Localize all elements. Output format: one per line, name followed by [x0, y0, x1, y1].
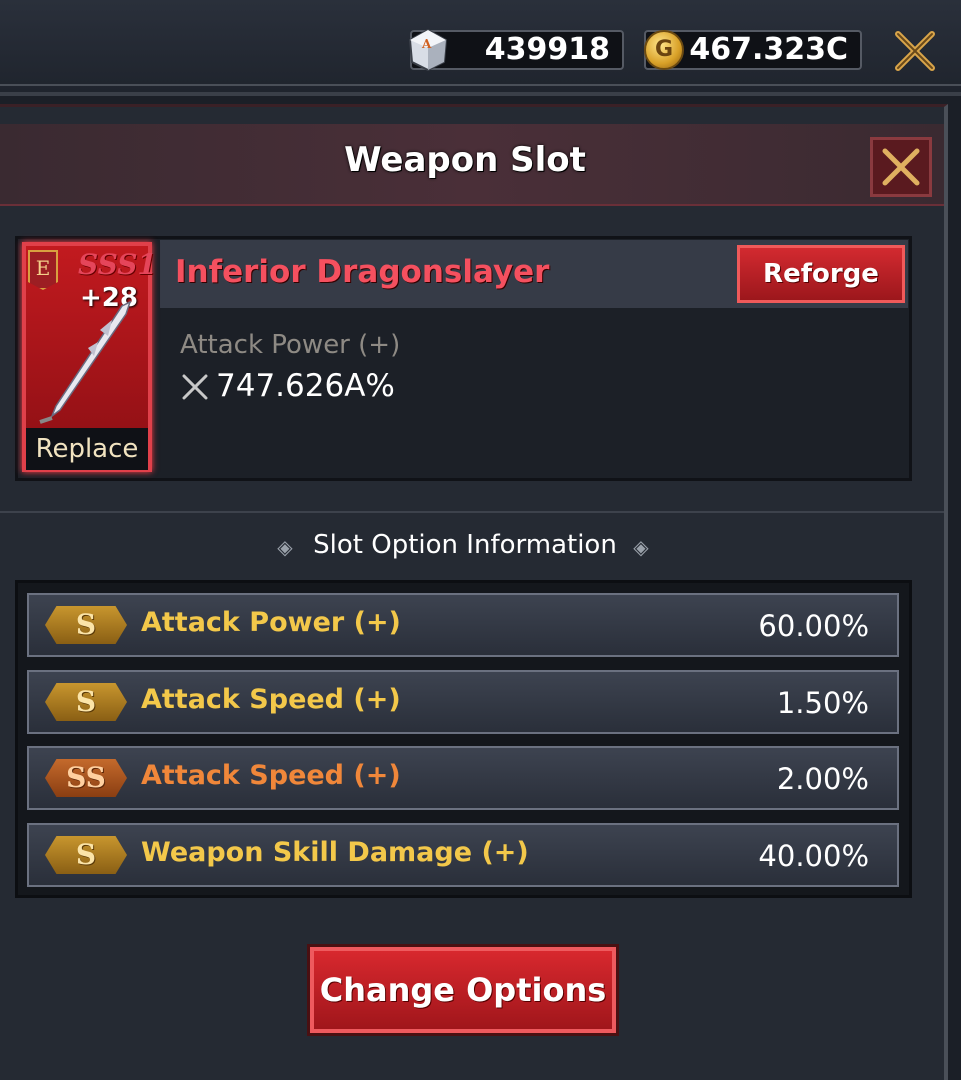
grade-badge: E: [28, 250, 58, 290]
gold-amount: 467.323C: [689, 32, 848, 67]
option-value: 2.00%: [776, 762, 869, 796]
grade-s-badge: S: [45, 836, 127, 874]
svg-text:A: A: [421, 37, 432, 51]
section-divider: [0, 511, 944, 513]
stat-label: Attack Power (+): [180, 330, 401, 360]
attack-swords-icon: [182, 374, 208, 400]
option-name: Attack Speed (+): [141, 760, 401, 791]
option-row: SS Attack Speed (+) 2.00%: [27, 746, 899, 810]
gem-dice-icon: A: [408, 28, 448, 72]
panel-close-button[interactable]: [870, 137, 932, 197]
option-name: Attack Power (+): [141, 607, 401, 638]
option-row: S Attack Power (+) 60.00%: [27, 593, 899, 657]
gem-amount: 439918: [484, 32, 610, 67]
option-value: 40.00%: [758, 839, 869, 873]
option-name: Attack Speed (+): [141, 684, 401, 715]
option-row: S Attack Speed (+) 1.50%: [27, 670, 899, 734]
option-value: 60.00%: [758, 609, 869, 643]
weapon-name: Inferior Dragonslayer: [175, 254, 550, 290]
reforge-button[interactable]: Reforge: [737, 245, 905, 303]
ornament-right-icon: ◈: [633, 535, 649, 559]
grade-s-badge: S: [45, 606, 127, 644]
option-name: Weapon Skill Damage (+): [141, 837, 529, 868]
crossed-swords-close-icon[interactable]: [890, 26, 940, 76]
grade-ss-badge: SS: [45, 759, 127, 797]
panel-title: Weapon Slot: [344, 140, 586, 180]
stat-value: 747.626A%: [216, 368, 395, 404]
slot-option-title: Slot Option Information: [313, 530, 617, 560]
rank-label: SSS1: [78, 248, 157, 281]
grade-s-badge: S: [45, 683, 127, 721]
gold-coin-icon: G: [644, 30, 684, 70]
option-row: S Weapon Skill Damage (+) 40.00%: [27, 823, 899, 887]
crossed-swords-icon: [882, 148, 920, 186]
change-options-button[interactable]: Change Options: [310, 947, 616, 1033]
replace-button[interactable]: Replace: [26, 428, 148, 470]
option-value: 1.50%: [776, 686, 869, 720]
sword-icon: [39, 300, 132, 424]
